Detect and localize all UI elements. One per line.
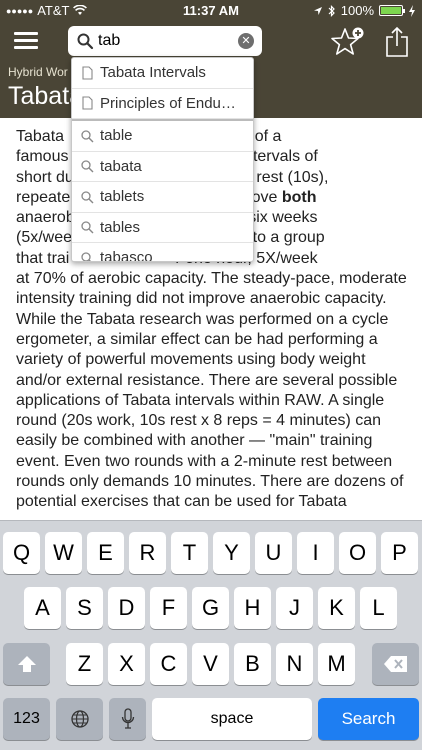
key-b[interactable]: B: [234, 643, 271, 685]
nav-bar: ✕: [0, 22, 422, 62]
search-icon: [81, 191, 94, 204]
key-l[interactable]: L: [360, 587, 397, 629]
article-paragraph: at 70% of aerobic capacity. The steady-p…: [16, 270, 407, 511]
key-m[interactable]: M: [318, 643, 355, 685]
search-icon: [81, 160, 94, 173]
dictation-key[interactable]: [109, 698, 146, 740]
charging-icon: [409, 4, 415, 17]
battery-icon: [379, 5, 405, 16]
key-q[interactable]: Q: [3, 532, 40, 574]
key-t[interactable]: T: [171, 532, 208, 574]
page-result[interactable]: Principles of Endu…: [72, 89, 253, 119]
key-z[interactable]: Z: [66, 643, 103, 685]
suggestion-item[interactable]: tabasco: [72, 243, 253, 261]
shift-key[interactable]: [3, 643, 50, 685]
search-icon: [81, 130, 94, 143]
suggestion-item[interactable]: tables: [72, 213, 253, 243]
globe-key[interactable]: [56, 698, 103, 740]
space-key[interactable]: space: [152, 698, 312, 740]
key-o[interactable]: O: [339, 532, 376, 574]
breadcrumb[interactable]: Hybrid Wor: [8, 65, 68, 79]
shift-icon: [17, 656, 36, 672]
key-f[interactable]: F: [150, 587, 187, 629]
key-r[interactable]: R: [129, 532, 166, 574]
key-s[interactable]: S: [66, 587, 103, 629]
suggestion-item[interactable]: tablets: [72, 182, 253, 213]
key-y[interactable]: Y: [213, 532, 250, 574]
bold-word: both: [281, 188, 317, 206]
suggestion-item[interactable]: table: [72, 121, 253, 152]
search-icon: [81, 252, 92, 261]
suggestion-item[interactable]: tabata: [72, 152, 253, 182]
search-icon: [77, 33, 94, 50]
key-k[interactable]: K: [318, 587, 355, 629]
document-icon: [82, 96, 93, 110]
key-x[interactable]: X: [108, 643, 145, 685]
battery-percent: 100%: [340, 3, 374, 18]
clear-search-icon[interactable]: ✕: [238, 33, 254, 49]
backspace-icon: [383, 656, 407, 672]
key-j[interactable]: J: [276, 587, 313, 629]
key-n[interactable]: N: [276, 643, 313, 685]
key-g[interactable]: G: [192, 587, 229, 629]
add-favorite-icon[interactable]: [330, 26, 366, 58]
key-u[interactable]: U: [255, 532, 292, 574]
menu-icon[interactable]: [14, 32, 38, 50]
search-box[interactable]: ✕: [68, 26, 262, 56]
key-v[interactable]: V: [192, 643, 229, 685]
key-c[interactable]: C: [150, 643, 187, 685]
page-result[interactable]: Tabata Intervals: [72, 58, 253, 89]
key-w[interactable]: W: [45, 532, 82, 574]
search-input[interactable]: [98, 32, 228, 50]
key-a[interactable]: A: [24, 587, 61, 629]
microphone-icon: [121, 708, 134, 729]
numbers-key[interactable]: 123: [3, 698, 50, 740]
share-icon[interactable]: [384, 26, 410, 58]
search-suggestions: Tabata Intervals Principles of Endu… tab…: [71, 57, 254, 262]
key-e[interactable]: E: [87, 532, 124, 574]
globe-icon: [70, 710, 89, 728]
search-icon: [81, 221, 94, 234]
location-icon: [313, 6, 322, 15]
delete-key[interactable]: [372, 643, 419, 685]
bluetooth-icon: [328, 4, 335, 17]
key-d[interactable]: D: [108, 587, 145, 629]
search-key[interactable]: Search: [318, 698, 419, 740]
key-i[interactable]: I: [297, 532, 334, 574]
document-icon: [82, 66, 93, 80]
status-bar: ●●●●● AT&T 11:37 AM 100%: [0, 0, 422, 22]
key-p[interactable]: P: [381, 532, 418, 574]
keyboard: Q W E R T Y U I O P A S D F G H J K L Z …: [0, 520, 422, 750]
key-h[interactable]: H: [234, 587, 271, 629]
